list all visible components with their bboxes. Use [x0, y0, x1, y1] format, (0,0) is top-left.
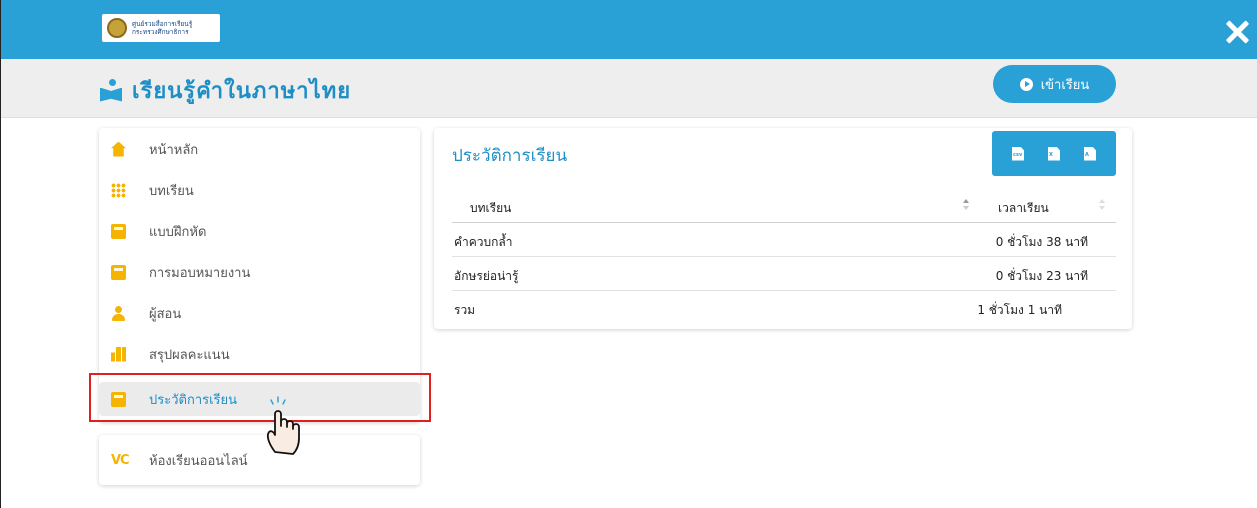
export-toolbar: csv X A — [992, 131, 1116, 176]
play-icon — [1019, 77, 1033, 91]
time-cell: 0 ชั่วโมง 23 นาที — [995, 269, 1088, 283]
sidebar-item-label: บทเรียน — [149, 183, 194, 199]
sidebar-item-lessons[interactable]: บทเรียน — [99, 173, 420, 207]
emblem-icon — [107, 18, 127, 38]
sidebar-item-label: แบบฝึกหัด — [149, 224, 207, 240]
page-title: เรียนรู้คำในภาษาไทย — [100, 73, 351, 108]
excel-file-icon[interactable]: X — [1048, 146, 1060, 161]
table-header: บทเรียน เวลาเรียน — [452, 187, 1116, 223]
user-icon — [111, 305, 126, 321]
total-label: รวม — [454, 303, 476, 317]
calculator-icon — [111, 264, 126, 280]
online-classroom-label: ห้องเรียนออนไลน์ — [149, 453, 248, 469]
sidebar-item-teachers[interactable]: ผู้สอน — [99, 296, 420, 330]
sidebar-item-label: ประวัติการเรียน — [149, 392, 238, 408]
sidebar-item-history[interactable]: ประวัติการเรียน — [99, 382, 420, 416]
enter-class-button[interactable]: เข้าเรียน — [993, 65, 1116, 103]
history-title: ประวัติการเรียน — [452, 146, 568, 166]
table-row: คำควบกล้ำ 0 ชั่วโมง 38 นาที — [452, 223, 1116, 257]
time-cell: 0 ชั่วโมง 38 นาที — [995, 235, 1088, 249]
column-header-time[interactable]: เวลาเรียน — [998, 199, 1049, 218]
top-bar: ศูนย์รวมสื่อการเรียนรู้ กระทรวงศึกษาธิกา… — [1, 0, 1257, 59]
home-icon — [111, 141, 126, 157]
header-bar: เรียนรู้คำในภาษาไทย เข้าเรียน — [1, 59, 1257, 118]
sidebar-item-score-summary[interactable]: สรุปผลคะแนน — [99, 337, 420, 371]
calculator-icon — [111, 223, 126, 239]
logo-line1: ศูนย์รวมสื่อการเรียนรู้ — [132, 20, 193, 28]
vc-logo-icon: VC — [111, 452, 130, 468]
history-table: บทเรียน เวลาเรียน คำควบกล้ำ 0 ชั่วโมง 38… — [452, 187, 1116, 325]
column-header-lesson[interactable]: บทเรียน — [470, 199, 511, 218]
sidebar-item-exercises[interactable]: แบบฝึกหัด — [99, 214, 420, 248]
sidebar-item-home[interactable]: หน้าหลัก — [99, 132, 420, 166]
history-panel: ประวัติการเรียน csv X A บทเรียน เวลาเรีย… — [434, 128, 1132, 329]
sidebar-menu: หน้าหลัก บทเรียน แบบฝึกหัด การมอบหมายงาน… — [99, 128, 420, 422]
lesson-cell: อักษรย่อน่ารู้ — [454, 269, 519, 283]
page-title-text: เรียนรู้คำในภาษาไทย — [132, 79, 352, 104]
logo-line2: กระทรวงศึกษาธิการ — [132, 28, 189, 36]
sort-icon[interactable] — [962, 198, 970, 212]
sidebar-item-assignments[interactable]: การมอบหมายงาน — [99, 255, 420, 289]
sort-icon[interactable] — [1098, 198, 1106, 212]
sidebar-item-label: ผู้สอน — [149, 306, 182, 322]
grid-icon — [111, 182, 126, 198]
sidebar-item-label: การมอบหมายงาน — [149, 265, 251, 281]
pdf-file-icon[interactable]: A — [1084, 146, 1096, 161]
lesson-cell: คำควบกล้ำ — [454, 235, 513, 249]
sidebar-item-label: หน้าหลัก — [149, 142, 199, 158]
calculator-icon — [111, 391, 126, 407]
close-icon[interactable] — [1225, 20, 1249, 44]
app-frame: ศูนย์รวมสื่อการเรียนรู้ กระทรวงศึกษาธิกา… — [0, 0, 1257, 508]
reader-icon — [100, 78, 122, 103]
site-logo[interactable]: ศูนย์รวมสื่อการเรียนรู้ กระทรวงศึกษาธิกา… — [102, 14, 220, 42]
table-total-row: รวม 1 ชั่วโมง 1 นาที — [452, 291, 1116, 325]
logo-text: ศูนย์รวมสื่อการเรียนรู้ กระทรวงศึกษาธิกา… — [132, 20, 192, 36]
csv-file-icon[interactable]: csv — [1012, 146, 1024, 161]
sidebar-item-label: สรุปผลคะแนน — [149, 347, 230, 363]
enter-class-label: เข้าเรียน — [1040, 77, 1090, 93]
total-time: 1 ชั่วโมง 1 นาที — [977, 303, 1062, 317]
table-row: อักษรย่อน่ารู้ 0 ชั่วโมง 23 นาที — [452, 257, 1116, 291]
online-classroom-link[interactable]: VC ห้องเรียนออนไลน์ — [99, 435, 420, 485]
bar-chart-icon — [111, 346, 126, 362]
